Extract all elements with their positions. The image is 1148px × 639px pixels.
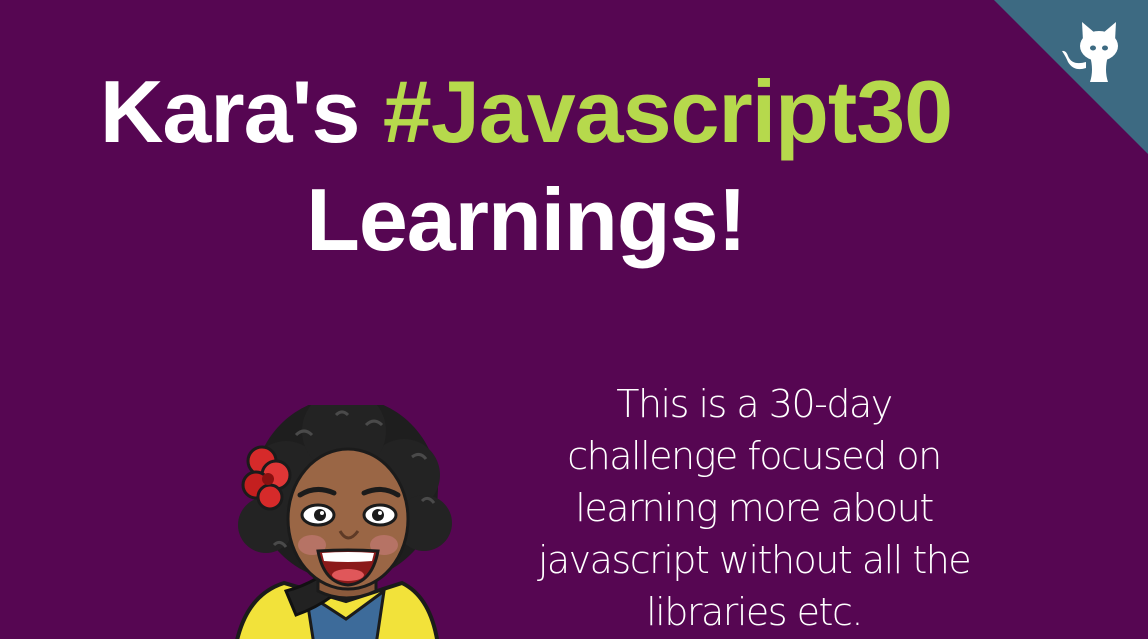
page-title: Kara's #Javascript30 Learnings! — [0, 58, 1052, 274]
avatar-illustration — [235, 405, 452, 639]
title-hashtag: #Javascript30 — [382, 62, 953, 161]
title-suffix: Learnings! — [306, 170, 747, 269]
intro-description: This is a 30-day challenge focused on le… — [537, 382, 972, 634]
title-prefix: Kara's — [99, 62, 361, 161]
page: Kara's #Javascript30 Learnings! This is … — [0, 0, 1148, 639]
